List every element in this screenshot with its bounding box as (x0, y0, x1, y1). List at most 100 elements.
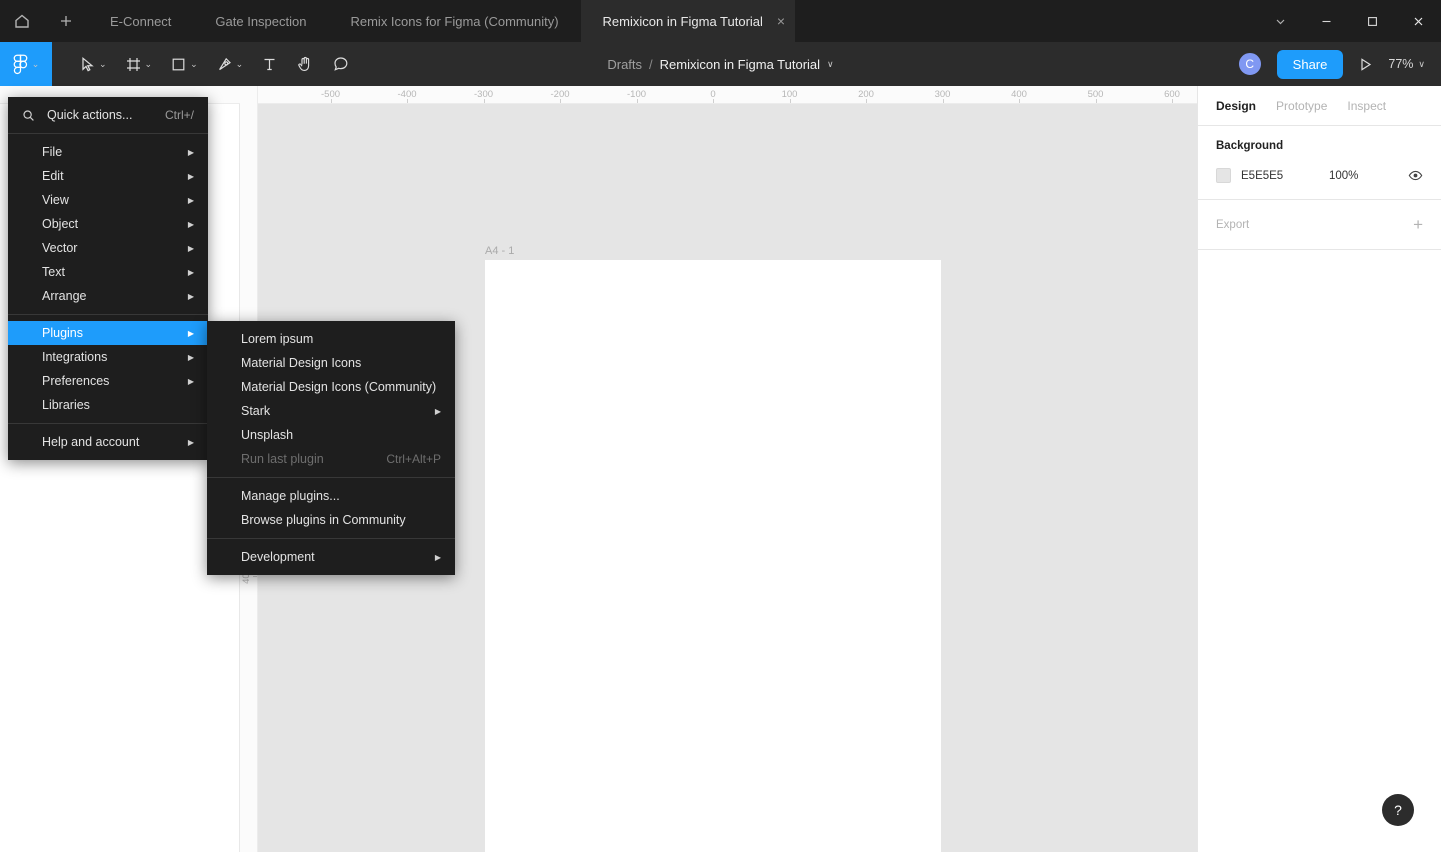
ruler-tick-mark (1095, 99, 1097, 103)
menu-item-label: Object (42, 217, 79, 231)
text-tool[interactable] (252, 42, 287, 86)
menu-item-label: Plugins (42, 326, 83, 340)
menu-item-preferences[interactable]: Preferences ▶ (8, 369, 208, 393)
frame-label[interactable]: A4 - 1 (485, 245, 514, 257)
plus-icon[interactable]: + (1413, 216, 1423, 233)
background-hex-value[interactable]: E5E5E5 (1241, 170, 1329, 182)
menu-item-text[interactable]: Text ▶ (8, 260, 208, 284)
menu-item-object[interactable]: Object ▶ (8, 212, 208, 236)
background-color-row[interactable]: E5E5E5 100% (1216, 168, 1423, 183)
maximize-icon[interactable] (1349, 0, 1395, 42)
figma-main-menu-button[interactable]: ⌄ (0, 42, 52, 86)
menu-item-label: Vector (42, 241, 78, 255)
menu-item-label: Material Design Icons (Community) (241, 380, 437, 394)
ruler-tick-mark (253, 576, 257, 577)
comment-tool[interactable] (323, 42, 359, 86)
frame-tool[interactable]: ⌄ (116, 42, 162, 86)
menu-item-label: Browse plugins in Community (241, 513, 406, 527)
ruler-tick-mark (789, 99, 791, 103)
menu-item-edit[interactable]: Edit ▶ (8, 164, 208, 188)
menu-item-view[interactable]: View ▶ (8, 188, 208, 212)
browser-tab[interactable]: Remix Icons for Figma (Community) (328, 0, 580, 42)
help-button[interactable]: ? (1382, 794, 1414, 826)
home-icon[interactable] (0, 0, 44, 42)
chevron-down-icon[interactable]: ⌄ (236, 59, 244, 70)
submenu-arrow-icon: ▶ (187, 243, 194, 253)
figma-toolbar: ⌄ ⌄ ⌄ ⌄ ⌄ Drafts / Remixicon in Figma Tu… (0, 42, 1441, 86)
chevron-down-icon[interactable] (1257, 0, 1303, 42)
breadcrumb-caret-icon[interactable]: ∨ (827, 59, 834, 70)
figma-window: E-Connect Gate Inspection Remix Icons fo… (0, 0, 1441, 852)
eye-icon[interactable] (1408, 168, 1423, 183)
present-icon[interactable] (1357, 56, 1374, 73)
ruler-tick-mark (713, 99, 714, 103)
submenu-arrow-icon: ▶ (187, 147, 194, 157)
menu-item-vector[interactable]: Vector ▶ (8, 236, 208, 260)
ruler-tick-mark (866, 99, 867, 103)
menu-item-label: Stark (241, 404, 271, 418)
tab-inspect[interactable]: Inspect (1347, 99, 1386, 113)
menu-item-libraries[interactable]: Libraries (8, 393, 208, 417)
tab-prototype[interactable]: Prototype (1276, 99, 1327, 113)
menu-item-label: Manage plugins... (241, 489, 340, 503)
chevron-down-icon[interactable]: ⌄ (99, 59, 107, 70)
menu-item-arrange[interactable]: Arrange ▶ (8, 284, 208, 308)
menu-item-material-design-icons[interactable]: Material Design Icons (207, 351, 455, 375)
menu-item-label: Integrations (42, 350, 108, 364)
background-opacity-value[interactable]: 100% (1329, 170, 1408, 182)
menu-item-material-design-icons-community[interactable]: Material Design Icons (Community) (207, 375, 455, 399)
menu-item-browse-plugins-in-community[interactable]: Browse plugins in Community (207, 508, 455, 532)
breadcrumb-project[interactable]: Drafts (607, 57, 642, 72)
quick-actions-shortcut: Ctrl+/ (164, 108, 194, 122)
menu-item-help-and-account[interactable]: Help and account ▶ (8, 430, 208, 454)
export-section: Export + (1198, 200, 1441, 250)
ruler-tick-mark (407, 99, 408, 103)
submenu-arrow-icon: ▶ (187, 267, 194, 277)
chevron-down-icon: ∨ (1418, 58, 1425, 69)
submenu-arrow-icon: ▶ (187, 437, 194, 447)
minimize-icon[interactable] (1303, 0, 1349, 42)
zoom-control[interactable]: 77% ∨ (1388, 57, 1425, 71)
window-controls (1257, 0, 1441, 42)
shape-tool[interactable]: ⌄ (161, 42, 207, 86)
avatar[interactable]: C (1236, 51, 1263, 77)
menu-item-label: View (42, 193, 69, 207)
menu-item-label: Material Design Icons (241, 356, 362, 370)
chevron-down-icon[interactable]: ⌄ (190, 59, 198, 70)
menu-item-label: Run last plugin (241, 452, 324, 466)
menu-item-plugins[interactable]: Plugins ▶ (8, 321, 208, 345)
new-tab-icon[interactable] (44, 0, 88, 42)
menu-item-lorem-ipsum[interactable]: Lorem ipsum (207, 327, 455, 351)
menu-separator (207, 538, 455, 539)
browser-tab-active[interactable]: Remixicon in Figma Tutorial × (580, 0, 796, 42)
menu-item-development[interactable]: Development ▶ (207, 545, 455, 569)
color-swatch[interactable] (1216, 168, 1231, 183)
submenu-arrow-icon: ▶ (187, 219, 194, 229)
submenu-arrow-icon: ▶ (434, 552, 441, 562)
menu-item-unsplash[interactable]: Unsplash (207, 423, 455, 447)
browser-tab[interactable]: Gate Inspection (193, 0, 328, 42)
menu-item-label: Help and account (42, 435, 140, 449)
breadcrumb-file[interactable]: Remixicon in Figma Tutorial (660, 57, 820, 72)
tab-close-icon[interactable]: × (777, 14, 785, 28)
submenu-arrow-icon: ▶ (187, 376, 194, 386)
pen-tool[interactable]: ⌄ (207, 42, 253, 86)
browser-tab[interactable]: E-Connect (88, 0, 193, 42)
tab-design[interactable]: Design (1216, 99, 1256, 113)
hand-tool[interactable] (287, 42, 323, 86)
right-panel-tabs: Design Prototype Inspect (1198, 86, 1441, 126)
chevron-down-icon[interactable]: ⌄ (145, 59, 153, 70)
submenu-arrow-icon: ▶ (187, 352, 194, 362)
menu-item-file[interactable]: File ▶ (8, 140, 208, 164)
menu-item-integrations[interactable]: Integrations ▶ (8, 345, 208, 369)
menu-item-quick-actions[interactable]: Quick actions... Ctrl+/ (8, 103, 208, 127)
frame-a4-1[interactable] (485, 260, 941, 852)
figma-main-menu: Quick actions... Ctrl+/File ▶ Edit ▶ View ▶ Obj… (8, 97, 208, 460)
toolbar-right-actions: C Share 77% ∨ (1236, 49, 1441, 79)
menu-item-stark[interactable]: Stark ▶ (207, 399, 455, 423)
share-button[interactable]: Share (1276, 49, 1344, 79)
menu-item-manage-plugins[interactable]: Manage plugins... (207, 484, 455, 508)
close-icon[interactable] (1395, 0, 1441, 42)
move-tool[interactable]: ⌄ (70, 42, 116, 86)
submenu-arrow-icon: ▶ (187, 171, 194, 181)
